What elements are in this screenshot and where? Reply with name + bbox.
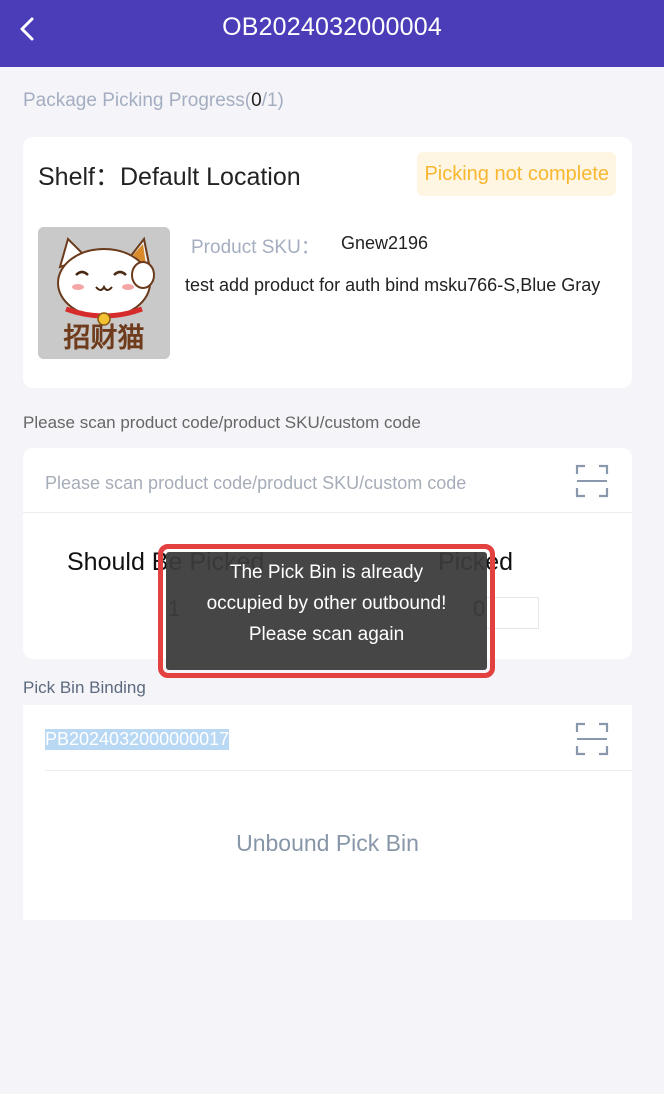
status-badge: Picking not complete bbox=[417, 152, 616, 196]
pick-bin-input[interactable]: PB2024032000000017 bbox=[45, 729, 230, 750]
sku-label: Product SKU： bbox=[191, 237, 320, 258]
picking-progress: Package Picking Progress(0/1) bbox=[23, 90, 284, 112]
bin-card: PB2024032000000017 Unbound Pick Bin bbox=[23, 705, 632, 920]
scan-icon[interactable] bbox=[575, 464, 609, 498]
lucky-cat-icon: 招财猫 bbox=[38, 227, 170, 359]
progress-close: ) bbox=[277, 90, 284, 111]
product-name: test add product for auth bind msku766-S… bbox=[185, 275, 601, 295]
shelf-location: Shelf：Default Location bbox=[38, 163, 301, 191]
toast-line: The Pick Bin is already bbox=[229, 562, 424, 583]
product-image-text: 招财猫 bbox=[64, 323, 145, 354]
divider bbox=[23, 512, 632, 513]
scan-caption: Please scan product code/product SKU/cus… bbox=[23, 413, 421, 432]
toast-line: occupied by other outbound! bbox=[206, 593, 447, 614]
progress-current: 0 bbox=[251, 90, 262, 111]
scan-icon[interactable] bbox=[575, 722, 609, 756]
unbind-pick-bin-button[interactable]: Unbound Pick Bin bbox=[23, 830, 632, 857]
divider bbox=[45, 770, 632, 771]
product-image: 招财猫 bbox=[38, 227, 170, 359]
scan-frame-icon bbox=[575, 722, 609, 756]
progress-label: Package Picking Progress( bbox=[23, 90, 252, 111]
sku-value: Gnew2196 bbox=[341, 233, 429, 253]
product-scan-input[interactable] bbox=[45, 466, 565, 500]
error-toast: The Pick Bin is already occupied by othe… bbox=[166, 552, 487, 670]
shelf-card: Shelf：Default Location Picking not compl… bbox=[23, 137, 632, 388]
top-navbar: OB2024032000004 bbox=[0, 0, 664, 67]
bin-caption: Pick Bin Binding bbox=[23, 678, 146, 697]
page-title: OB2024032000004 bbox=[222, 13, 442, 41]
scan-frame-icon bbox=[575, 464, 609, 498]
progress-total: 1 bbox=[266, 90, 278, 111]
toast-highlight: The Pick Bin is already occupied by othe… bbox=[158, 544, 495, 678]
toast-line: Please scan again bbox=[248, 624, 405, 645]
